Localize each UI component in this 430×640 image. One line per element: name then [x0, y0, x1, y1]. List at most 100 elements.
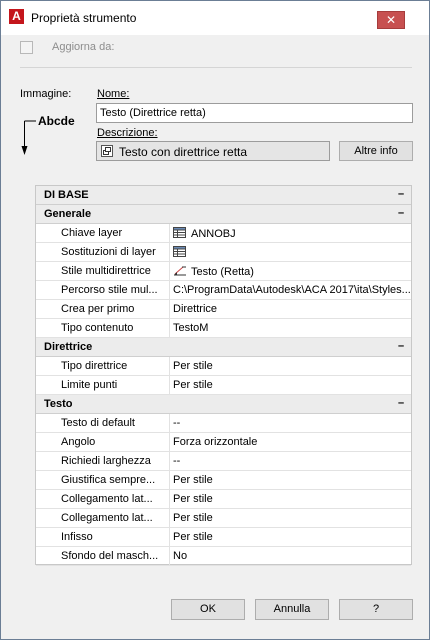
property-value[interactable]: Testo (Retta) [173, 265, 411, 278]
property-name: Sfondo del masch... [61, 550, 159, 562]
descrizione-field: Testo con direttrice retta [96, 141, 330, 161]
help-button[interactable]: ? [339, 599, 413, 620]
altre-info-button[interactable]: Altre info [339, 141, 413, 161]
column-divider [169, 509, 170, 528]
column-divider [169, 433, 170, 452]
collapse-icon[interactable]: – [395, 341, 407, 353]
property-value[interactable]: Per stile [173, 379, 411, 391]
category-row[interactable]: Generale – [36, 205, 411, 224]
category-label: Direttrice [44, 341, 93, 353]
property-value[interactable]: Forza orizzontale [173, 436, 411, 448]
property-row[interactable]: Percorso stile mul... C:\ProgramData\Auto… [36, 281, 411, 300]
collapse-icon[interactable]: – [395, 189, 407, 201]
column-divider [169, 262, 170, 281]
property-value-text: Per stile [173, 379, 213, 391]
property-value[interactable] [173, 246, 411, 259]
annulla-button[interactable]: Annulla [255, 599, 329, 620]
descrizione-label: Descrizione: [97, 127, 158, 139]
property-value[interactable]: Direttrice [173, 303, 411, 315]
category-row[interactable]: Direttrice – [36, 338, 411, 357]
property-row[interactable]: Collegamento lat... Per stile [36, 490, 411, 509]
property-row[interactable]: Infisso Per stile [36, 528, 411, 547]
property-row[interactable]: Chiave layer ANNOBJ [36, 224, 411, 243]
property-name: Chiave layer [61, 227, 123, 239]
collapse-icon[interactable]: – [395, 398, 407, 410]
property-value[interactable]: -- [173, 455, 411, 467]
property-value-text: ANNOBJ [191, 228, 236, 240]
property-row[interactable]: Stile multidirettrice Testo (Retta) [36, 262, 411, 281]
column-divider [169, 471, 170, 490]
collapse-icon[interactable]: – [395, 208, 407, 220]
immagine-label: Immagine: [20, 88, 72, 100]
aggiorna-checkbox[interactable] [20, 41, 33, 54]
property-grid: DI BASE – Generale – Chiave layer ANNOBJ Sosti… [35, 185, 412, 566]
category-label: DI BASE [44, 189, 89, 201]
property-name: Collegamento lat... [61, 493, 153, 505]
column-divider [169, 281, 170, 300]
property-row[interactable]: Tipo direttrice Per stile [36, 357, 411, 376]
column-divider [169, 376, 170, 395]
preview-sample-text: Abcde [38, 114, 75, 128]
property-name: Testo di default [61, 417, 135, 429]
close-icon: ✕ [385, 13, 397, 27]
property-value[interactable]: Per stile [173, 493, 411, 505]
multileader-icon [174, 266, 186, 276]
property-name: Stile multidirettrice [61, 265, 151, 277]
property-row[interactable]: Sostituzioni di layer [36, 243, 411, 262]
property-value-text: -- [173, 417, 181, 429]
property-value-text: Per stile [173, 360, 213, 372]
column-divider [169, 528, 170, 547]
property-value-text: -- [173, 455, 181, 467]
property-name: Crea per primo [61, 303, 135, 315]
category-label: Testo [44, 398, 73, 410]
column-divider [169, 357, 170, 376]
property-name: Collegamento lat... [61, 512, 153, 524]
property-value[interactable]: TestoM [173, 322, 411, 334]
property-row[interactable]: Sfondo del masch... No [36, 547, 411, 566]
property-name: Giustifica sempre... [61, 474, 156, 486]
property-name: Sostituzioni di layer [61, 246, 156, 258]
column-divider [169, 243, 170, 262]
property-row[interactable]: Richiedi larghezza -- [36, 452, 411, 471]
property-value-text: Forza orizzontale [173, 436, 258, 448]
property-value[interactable]: ANNOBJ [173, 227, 411, 240]
column-divider [169, 452, 170, 471]
layer-table-icon [173, 227, 186, 238]
property-row[interactable]: Testo di default -- [36, 414, 411, 433]
property-value[interactable]: Per stile [173, 360, 411, 372]
property-value-text: C:\ProgramData\Autodesk\ACA 2017\ita\Sty… [173, 284, 411, 296]
property-row[interactable]: Tipo contenuto TestoM [36, 319, 411, 338]
property-value[interactable]: -- [173, 417, 411, 429]
property-row[interactable]: Angolo Forza orizzontale [36, 433, 411, 452]
property-row[interactable]: Crea per primo Direttrice [36, 300, 411, 319]
aggiorna-label: Aggiorna da: [52, 41, 115, 53]
separator [20, 67, 412, 68]
property-name: Richiedi larghezza [61, 455, 151, 467]
property-row[interactable]: Giustifica sempre... Per stile [36, 471, 411, 490]
property-name: Tipo direttrice [61, 360, 128, 372]
property-value[interactable]: Per stile [173, 512, 411, 524]
property-value-text: No [173, 550, 188, 562]
property-value-text: Per stile [173, 474, 213, 486]
property-value[interactable]: No [173, 550, 411, 562]
column-divider [169, 490, 170, 509]
property-value-text: Per stile [173, 531, 213, 543]
property-name: Infisso [61, 531, 93, 543]
column-divider [169, 224, 170, 243]
title-bar: A Proprietà strumento ✕ [1, 1, 429, 35]
property-row[interactable]: Collegamento lat... Per stile [36, 509, 411, 528]
property-name: Percorso stile mul... [61, 284, 158, 296]
property-value-text: Per stile [173, 493, 213, 505]
category-row[interactable]: DI BASE – [36, 186, 411, 205]
category-row[interactable]: Testo – [36, 395, 411, 414]
property-value-text: Per stile [173, 512, 213, 524]
nome-input[interactable] [96, 103, 413, 123]
close-button[interactable]: ✕ [377, 11, 405, 29]
property-name: Angolo [61, 436, 96, 448]
property-value[interactable]: Per stile [173, 474, 411, 486]
ok-button[interactable]: OK [171, 599, 245, 620]
property-value[interactable]: C:\ProgramData\Autodesk\ACA 2017\ita\Sty… [173, 284, 411, 296]
property-row[interactable]: Limite punti Per stile [36, 376, 411, 395]
window-title: Proprietà strumento [31, 11, 137, 25]
property-value[interactable]: Per stile [173, 531, 411, 543]
